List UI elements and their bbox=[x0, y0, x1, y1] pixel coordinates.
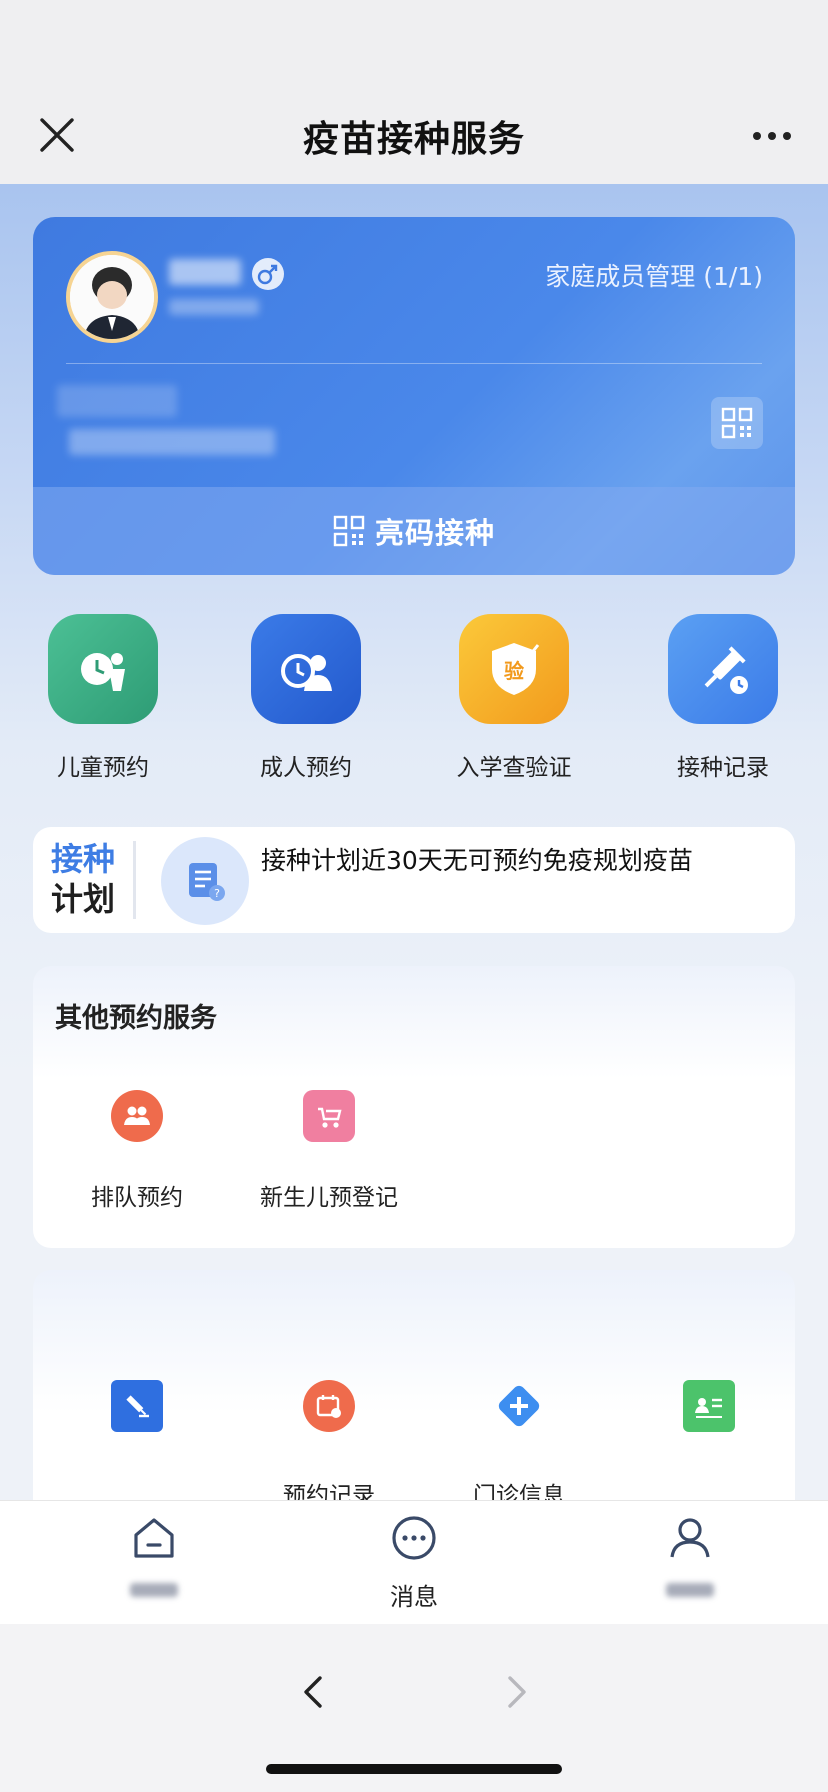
clinic-plus-icon bbox=[493, 1380, 545, 1432]
qr-code-icon bbox=[721, 407, 753, 439]
blurred-tab-label bbox=[666, 1583, 714, 1597]
blurred-user-name bbox=[169, 259, 241, 285]
svg-text:?: ? bbox=[214, 887, 220, 900]
avatar-image bbox=[70, 255, 154, 339]
more-icon[interactable] bbox=[750, 116, 794, 156]
vaccine-document-icon bbox=[111, 1380, 163, 1432]
tab-profile[interactable] bbox=[610, 1515, 770, 1615]
tool-label: 门诊信息 bbox=[473, 1483, 565, 1500]
quick-entry-label: 接种记录 bbox=[677, 755, 769, 781]
blurred-id-number bbox=[69, 429, 275, 455]
card-divider bbox=[66, 363, 762, 364]
quick-entry-label: 成人预约 bbox=[260, 755, 352, 781]
home-icon bbox=[134, 1518, 174, 1558]
child-appointment-entry[interactable]: 儿童预约 bbox=[13, 614, 193, 784]
tab-messages[interactable]: 消息 bbox=[334, 1515, 494, 1615]
vaccination-record-icon bbox=[668, 614, 778, 724]
section-title: 其他预约服务 bbox=[55, 1003, 217, 1034]
forward-icon[interactable] bbox=[496, 1672, 536, 1712]
adult-appointment-entry[interactable]: 成人预约 bbox=[216, 614, 396, 784]
service-label: 排队预约 bbox=[91, 1185, 183, 1211]
show-code-label: 亮码接种 bbox=[374, 516, 495, 550]
quick-entry-row: 儿童预约 成人预约 验 入学查验证 接种记录 bbox=[0, 614, 828, 784]
family-member-management-link[interactable]: 家庭成员管理 (1/1) bbox=[545, 257, 763, 293]
plan-tag-line1: 接种 bbox=[51, 840, 116, 878]
plan-tag-line2: 计划 bbox=[51, 880, 116, 918]
stroller-icon bbox=[303, 1090, 355, 1142]
other-services-card: 其他预约服务 排队预约 新生儿预登记 bbox=[33, 966, 795, 1248]
tab-label: 消息 bbox=[390, 1583, 438, 1611]
browser-navigation bbox=[0, 1624, 828, 1792]
profile-icon bbox=[670, 1518, 710, 1558]
qr-code-button[interactable] bbox=[711, 397, 763, 449]
message-icon bbox=[392, 1516, 436, 1560]
page-title: 疫苗接种服务 bbox=[302, 119, 525, 160]
child-appointment-icon bbox=[48, 614, 158, 724]
back-icon[interactable] bbox=[294, 1672, 334, 1712]
id-card-item[interactable] bbox=[619, 1380, 795, 1500]
plan-tag: 接种 计划 bbox=[51, 839, 125, 919]
plan-message: 接种计划近30天无可预约免疫规划疫苗 bbox=[261, 846, 693, 875]
service-label: 新生儿预登记 bbox=[260, 1185, 398, 1211]
blurred-user-info bbox=[169, 299, 259, 315]
vaccination-plan-banner[interactable]: 接种 计划 ? 接种计划近30天无可预约免疫规划疫苗 bbox=[33, 827, 795, 933]
tab-bar: 消息 bbox=[0, 1500, 828, 1624]
tool-label: 预约记录 bbox=[283, 1483, 375, 1500]
avatar[interactable] bbox=[66, 251, 158, 343]
main-content: 家庭成员管理 (1/1) 亮码接种 儿童预约 成人预约 验 入学查验证 接种记录… bbox=[0, 184, 828, 1500]
queue-appointment-item[interactable]: 排队预约 bbox=[47, 1090, 227, 1211]
quick-entry-label: 入学查验证 bbox=[456, 755, 572, 781]
profile-card: 家庭成员管理 (1/1) 亮码接种 bbox=[33, 217, 795, 575]
navigation-bar: 疫苗接种服务 bbox=[0, 88, 828, 184]
id-card-icon bbox=[683, 1380, 735, 1432]
newborn-registration-item[interactable]: 新生儿预登记 bbox=[239, 1090, 419, 1211]
vaccine-document-item[interactable] bbox=[47, 1380, 227, 1500]
school-verification-icon: 验 bbox=[459, 614, 569, 724]
tab-home[interactable] bbox=[74, 1515, 234, 1615]
blurred-id-label bbox=[57, 385, 177, 417]
calendar-icon bbox=[303, 1380, 355, 1432]
male-icon bbox=[252, 258, 284, 290]
queue-icon bbox=[111, 1090, 163, 1142]
adult-appointment-icon bbox=[251, 614, 361, 724]
appointment-record-item[interactable]: 预约记录 bbox=[239, 1380, 419, 1500]
tools-card: 预约记录 门诊信息 bbox=[33, 1270, 795, 1500]
blurred-tab-label bbox=[130, 1583, 178, 1597]
vaccination-record-entry[interactable]: 接种记录 bbox=[633, 614, 813, 784]
plan-document-icon: ? bbox=[161, 837, 249, 925]
home-indicator bbox=[266, 1764, 562, 1774]
qr-code-icon bbox=[333, 515, 365, 547]
school-verification-entry[interactable]: 验 入学查验证 bbox=[424, 614, 604, 784]
quick-entry-label: 儿童预约 bbox=[57, 755, 149, 781]
close-icon[interactable] bbox=[36, 114, 78, 156]
clinic-info-item[interactable]: 门诊信息 bbox=[429, 1380, 609, 1500]
status-bar-area bbox=[0, 0, 828, 88]
plan-divider bbox=[133, 841, 136, 919]
show-code-button[interactable]: 亮码接种 bbox=[33, 487, 795, 575]
svg-text:验: 验 bbox=[504, 659, 524, 683]
